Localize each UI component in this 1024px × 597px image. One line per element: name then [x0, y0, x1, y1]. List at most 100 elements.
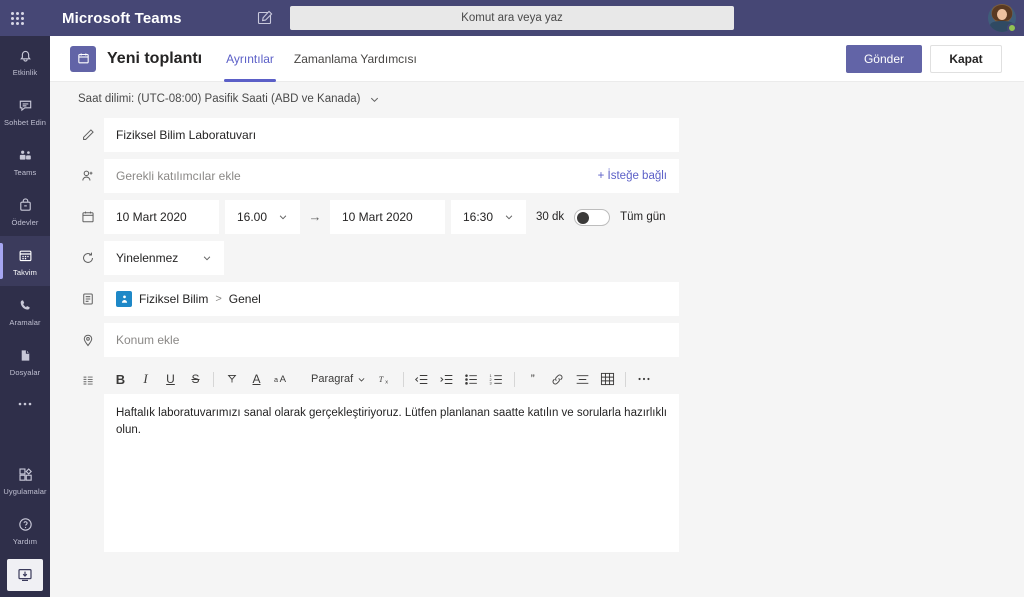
- recurrence-value: Yinelenmez: [116, 251, 178, 265]
- all-day-toggle[interactable]: [574, 209, 610, 226]
- location-input[interactable]: Konum ekle: [104, 323, 679, 357]
- app-brand-title: Microsoft Teams: [62, 10, 182, 27]
- paragraph-style-dropdown[interactable]: Paragraf: [304, 366, 373, 392]
- calls-icon: [17, 296, 34, 316]
- chevron-down-icon: [357, 375, 366, 384]
- apps-icon: [17, 465, 34, 485]
- tab-scheduling-assistant[interactable]: Zamanlama Yardımcısı: [284, 36, 427, 82]
- sidebar-item-apps[interactable]: Uygulamalar: [0, 455, 50, 505]
- strikethrough-button[interactable]: S: [183, 366, 208, 392]
- repeat-icon: [72, 241, 104, 275]
- sidebar-item-label: Ödevler: [12, 218, 39, 227]
- meeting-notes-value: Haftalık laboratuvarımızı sanal olarak g…: [116, 407, 667, 436]
- chat-icon: [17, 96, 34, 116]
- ellipsis-icon: [16, 401, 34, 407]
- end-date-value: 10 Mart 2020: [342, 210, 413, 224]
- start-time-dropdown[interactable]: 16.00: [225, 200, 300, 234]
- tab-details[interactable]: Ayrıntılar: [216, 36, 284, 82]
- svg-text:a: a: [274, 375, 278, 384]
- end-time-value: 16:30: [463, 210, 493, 224]
- chevron-down-icon: [369, 94, 380, 105]
- start-date-input[interactable]: 10 Mart 2020: [104, 200, 219, 234]
- sidebar-item-label: Aramalar: [9, 318, 40, 327]
- insert-link-button[interactable]: [545, 366, 570, 392]
- status-badge: [1007, 23, 1017, 33]
- send-button[interactable]: Gönder: [846, 45, 922, 73]
- font-color-button[interactable]: A: [244, 366, 269, 392]
- download-desktop-app-icon[interactable]: [7, 559, 43, 591]
- add-optional-attendees-link[interactable]: + İsteğe bağlı: [598, 170, 667, 182]
- align-button[interactable]: [570, 366, 595, 392]
- svg-text:T: T: [379, 375, 384, 384]
- paragraph-style-label: Paragraf: [311, 373, 353, 385]
- sidebar-item-activity[interactable]: Etkinlik: [0, 36, 50, 86]
- bell-icon: [17, 46, 34, 66]
- increase-indent-button[interactable]: [434, 366, 459, 392]
- calendar-event-icon: [70, 46, 96, 72]
- breadcrumb-separator: >: [215, 293, 221, 305]
- bulleted-list-button[interactable]: [459, 366, 484, 392]
- tab-label: Zamanlama Yardımcısı: [294, 52, 417, 66]
- search-input[interactable]: Komut ara veya yaz: [290, 6, 734, 30]
- chevron-down-icon: [202, 253, 212, 263]
- location-row: Konum ekle: [50, 323, 1024, 357]
- meeting-title-value: Fiziksel Bilim Laboratuvarı: [116, 128, 256, 142]
- meeting-header: Yeni toplantı Ayrıntılar Zamanlama Yardı…: [50, 36, 1024, 82]
- font-size-button[interactable]: a A: [269, 366, 294, 392]
- meeting-form-pane: Yeni toplantı Ayrıntılar Zamanlama Yardı…: [50, 36, 1024, 597]
- close-button[interactable]: Kapat: [930, 45, 1002, 73]
- sidebar-item-teams[interactable]: Teams: [0, 136, 50, 186]
- end-time-dropdown[interactable]: 16:30: [451, 200, 526, 234]
- sidebar-item-label: Teams: [14, 168, 37, 177]
- search-placeholder: Komut ara veya yaz: [461, 12, 563, 24]
- attendees-placeholder: Gerekli katılımcılar ekle: [116, 169, 241, 183]
- sidebar-item-calendar[interactable]: Takvim: [0, 236, 50, 286]
- bold-button[interactable]: B: [108, 366, 133, 392]
- more-options-button[interactable]: [631, 366, 656, 392]
- insert-table-button[interactable]: [595, 366, 620, 392]
- channel-name: Genel: [229, 292, 261, 306]
- sidebar-item-files[interactable]: Dosyalar: [0, 336, 50, 386]
- recurrence-dropdown[interactable]: Yinelenmez: [104, 241, 224, 275]
- sidebar-item-label: Etkinlik: [13, 68, 38, 77]
- meeting-notes-textarea[interactable]: Haftalık laboratuvarımızı sanal olarak g…: [104, 394, 679, 552]
- title-bar: Microsoft Teams Komut ara veya yaz: [0, 0, 1024, 36]
- clear-formatting-button[interactable]: T x: [373, 366, 398, 392]
- end-date-input[interactable]: 10 Mart 2020: [330, 200, 445, 234]
- toolbar-divider: [514, 372, 515, 387]
- app-launcher-button[interactable]: [0, 0, 34, 36]
- compose-icon[interactable]: [256, 9, 274, 27]
- toolbar-divider: [213, 372, 214, 387]
- files-icon: [17, 346, 34, 366]
- decrease-indent-button[interactable]: [409, 366, 434, 392]
- meeting-title-input[interactable]: Fiziksel Bilim Laboratuvarı: [104, 118, 679, 152]
- numbered-list-button[interactable]: 1 2 3: [484, 366, 509, 392]
- toolbar-divider: [403, 372, 404, 387]
- location-placeholder: Konum ekle: [116, 333, 179, 347]
- pencil-icon: [72, 118, 104, 152]
- channel-icon: [72, 282, 104, 316]
- sidebar-item-label: Uygulamalar: [3, 487, 46, 496]
- sidebar-item-calls[interactable]: Aramalar: [0, 286, 50, 336]
- highlight-button[interactable]: [219, 366, 244, 392]
- start-date-value: 10 Mart 2020: [116, 210, 187, 224]
- teams-icon: [17, 146, 34, 166]
- underline-button[interactable]: U: [158, 366, 183, 392]
- timezone-selector[interactable]: Saat dilimi: (UTC-08:00) Pasifik Saati (…: [50, 86, 1024, 112]
- calendar-icon: [17, 246, 34, 266]
- notes-row: B I U S A: [50, 364, 1024, 552]
- formatting-toolbar: B I U S A: [104, 364, 679, 394]
- help-icon: [17, 515, 34, 535]
- attendees-input[interactable]: Gerekli katılımcılar ekle + İsteğe bağlı: [104, 159, 679, 193]
- channel-selector[interactable]: Fiziksel Bilim > Genel: [104, 282, 679, 316]
- sidebar-item-help[interactable]: Yardım: [0, 505, 50, 555]
- team-avatar: [116, 291, 132, 307]
- timezone-label: Saat dilimi: (UTC-08:00) Pasifik Saati (…: [78, 93, 361, 105]
- italic-button[interactable]: I: [133, 366, 158, 392]
- sidebar-more-button[interactable]: [0, 386, 50, 422]
- sidebar-item-assignments[interactable]: Ödevler: [0, 186, 50, 236]
- sidebar-item-chat[interactable]: Sohbet Edin: [0, 86, 50, 136]
- notes-icon: [72, 364, 104, 398]
- waffle-icon: [11, 12, 24, 25]
- quote-button[interactable]: ”: [520, 366, 545, 392]
